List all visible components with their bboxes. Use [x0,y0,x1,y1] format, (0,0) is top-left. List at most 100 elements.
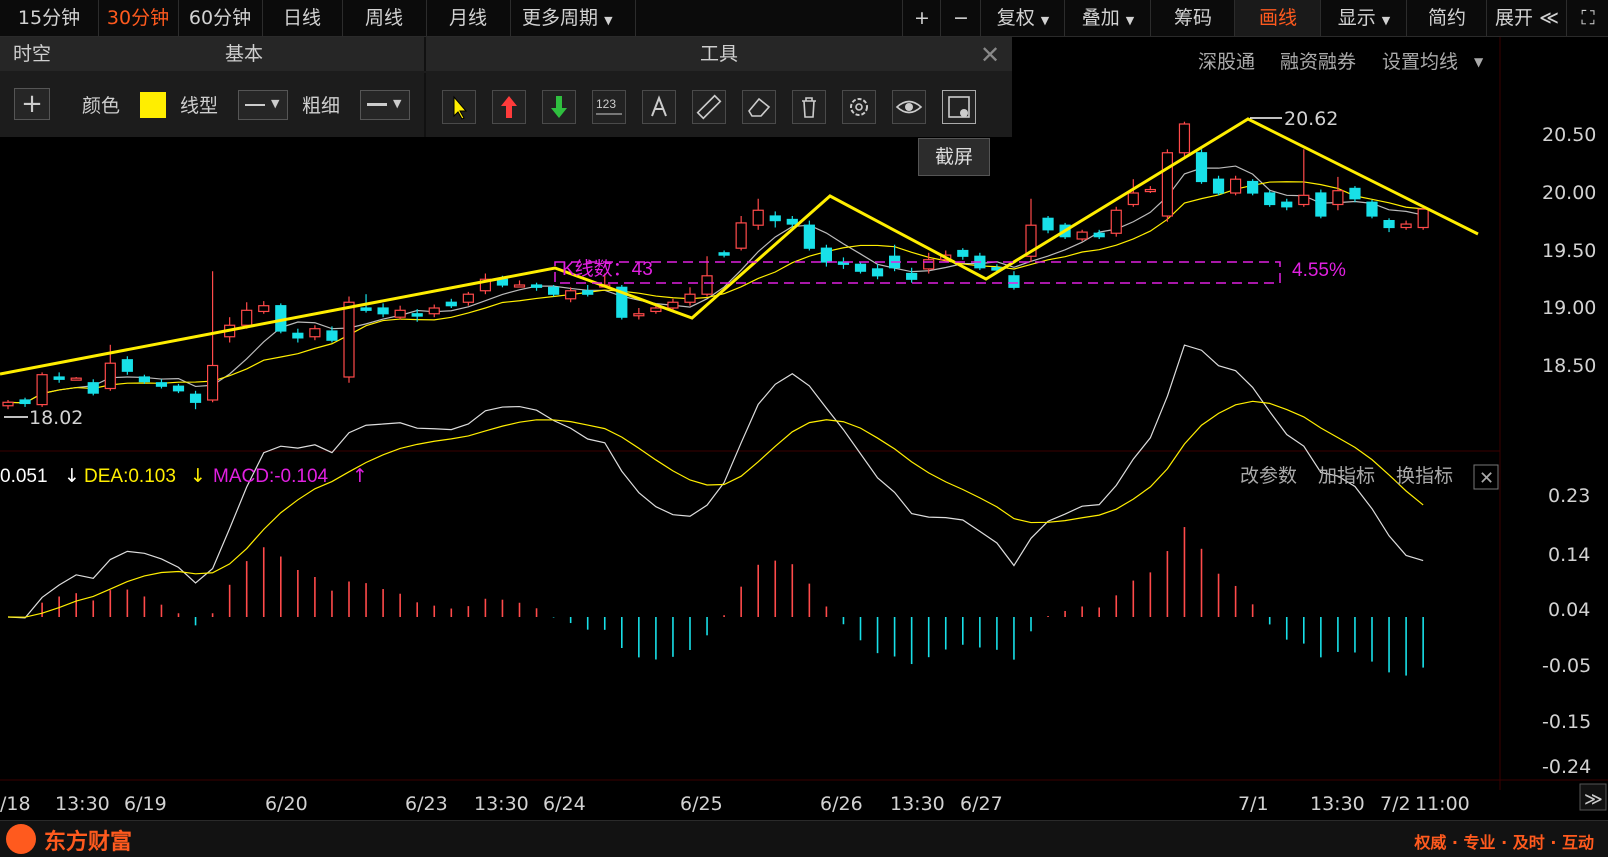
macd-switch-indicator-button[interactable]: 换指标 [1396,465,1453,487]
date-tick: 6/19 [124,793,167,815]
pct-change-label: 4.55% [1292,260,1346,281]
add-button[interactable]: + [14,88,50,120]
drawing-toolbox: 时空 基本 工具 + 颜色 线型 ▼ 粗细 ▼ 123 ✕ [0,37,1012,137]
toolbox-close-button[interactable]: ✕ [980,41,1000,69]
macd-edit-params-button[interactable]: 改参数 [1240,465,1297,487]
candle[interactable] [1229,175,1242,196]
candle-body [735,222,747,249]
settings-tool-button[interactable] [842,90,876,124]
low-price-label: 18.02 [29,407,83,429]
period-15min[interactable]: 15分钟 [0,0,99,36]
simple-mode-button[interactable]: 简约 [1406,0,1487,36]
down-arrow-tool-button[interactable] [542,90,576,124]
text-tool-button[interactable] [642,90,676,124]
candle[interactable] [36,372,48,407]
macd-value: MACD:-0.104 [213,466,329,487]
overlay-dropdown[interactable]: 叠加 ▼ [1064,0,1151,36]
candle-body [871,268,884,277]
candle-body [377,307,389,315]
candle-body [513,284,526,288]
up-arrow-tool-button[interactable] [492,90,526,124]
date-tick: 7/1 [1238,793,1269,815]
candle[interactable] [1195,149,1208,184]
candle-body [1093,232,1105,238]
macd-tick: 0.04 [1548,599,1590,621]
candle-body [70,377,82,381]
candle-body [411,313,423,317]
candle[interactable] [1264,190,1276,207]
ruler-tool-button[interactable] [692,90,726,124]
draw-line-button[interactable]: 画线 [1234,0,1321,36]
price-tick: 20.00 [1542,182,1596,204]
link-hk-connect[interactable]: 深股通 [1198,51,1255,73]
candle-body [547,286,560,295]
visibility-tool-button[interactable] [892,90,926,124]
candle-body [565,290,577,300]
period-toolbar: 15分钟 30分钟 60分钟 日线 周线 月线 更多周期 ▼ + − 复权 ▼ … [0,0,1608,37]
zoom-in-button[interactable]: + [902,0,941,36]
link-margin-trading[interactable]: 融资融券 [1280,51,1356,73]
period-daily[interactable]: 日线 [262,0,343,36]
date-tick: 6/24 [543,793,586,815]
candle-body [53,376,65,380]
fullscreen-button[interactable]: ⛶ [1566,0,1608,36]
candle-body [1212,178,1225,194]
candle[interactable] [1366,199,1378,219]
section-header-space[interactable]: 时空 [0,37,66,71]
candle[interactable] [803,220,815,251]
candle[interactable] [1161,149,1174,222]
candle[interactable] [1417,206,1429,230]
candle[interactable] [547,285,560,297]
delete-tool-button[interactable] [792,90,826,124]
candle[interactable] [1315,189,1327,219]
color-swatch[interactable] [140,92,166,118]
candle[interactable] [854,262,867,274]
candle-body [445,301,457,307]
period-30min[interactable]: 30分钟 [98,0,179,36]
candle-body [19,399,31,405]
select-tool-button[interactable] [442,90,476,124]
double-chevron-right-icon: ≫ [1584,789,1603,810]
thickness-dropdown[interactable]: ▼ [360,90,410,120]
chip-distribution-button[interactable]: 筹码 [1150,0,1235,36]
candle-body [1264,192,1276,206]
date-tick: 6/25 [680,793,723,815]
caret-down-icon: ▼ [604,14,613,27]
candle-body [1247,180,1259,194]
candle[interactable] [1212,175,1225,196]
svg-text:123: 123 [596,97,616,111]
zoom-out-button[interactable]: − [940,0,981,36]
candle-body [633,313,645,317]
set-ma-dropdown[interactable]: 设置均线 [1382,51,1458,73]
candle[interactable] [1110,206,1122,237]
candle-body [172,385,185,392]
period-weekly[interactable]: 周线 [342,0,427,36]
line-type-dropdown[interactable]: ▼ [238,90,288,120]
candle-body [121,359,133,372]
candle-body [326,330,338,341]
more-periods-dropdown[interactable]: 更多周期 ▼ [510,0,636,36]
candle[interactable] [1247,179,1259,196]
candle-body [718,252,730,256]
date-tick: 7/2 [1380,793,1411,815]
ruler-icon [696,94,722,120]
candle[interactable] [1076,229,1088,242]
display-dropdown[interactable]: 显示 ▼ [1320,0,1407,36]
candle-body [343,301,355,378]
period-60min[interactable]: 60分钟 [178,0,263,36]
eraser-tool-button[interactable] [742,90,776,124]
number-tool-button[interactable]: 123 [592,90,626,124]
line-type-label: 线型 [180,95,219,117]
screenshot-tool-button[interactable] [942,90,976,124]
trash-icon [802,97,816,118]
candle[interactable] [1178,121,1191,159]
candle-body [1008,275,1020,288]
date-tick: 13:30 [474,793,529,815]
period-monthly[interactable]: 月线 [426,0,511,36]
footer-bar: 东方财富 权威 · 专业 · 及时 · 互动 [0,820,1608,857]
macd-add-indicator-button[interactable]: 加指标 [1318,465,1375,487]
expand-button[interactable]: 展开 ≪ [1486,0,1567,36]
candle-body [309,328,321,338]
screenshot-icon [948,96,970,118]
adjust-dropdown[interactable]: 复权 ▼ [980,0,1065,36]
